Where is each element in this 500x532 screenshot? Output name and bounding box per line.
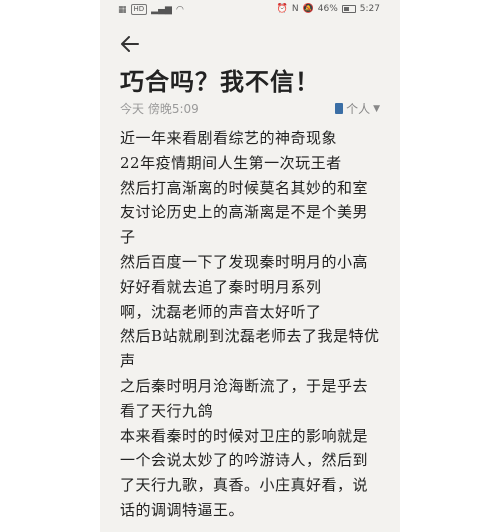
note-body[interactable]: 近一年来看剧看综艺的神奇现象 22年疫情期间人生第一次玩王者然后打高渐离的时候莫名… (120, 126, 382, 523)
folder-label: 个人 (346, 102, 371, 116)
note-line: 话的调调特逼王。 (120, 500, 245, 519)
note-line: 然后B站就刷到沈磊老师去了我是特优 (120, 327, 380, 346)
note-line: 了天行九歌，真香。小庄真好看，说 (120, 476, 369, 495)
phone-screen: ▦ HD ▂▄▆ ◠ ⏰ N 🔕 46% 5:27 巧合吗？我不信！ 今天 傍晚… (100, 0, 400, 532)
sim-icon: ▦ (118, 4, 127, 15)
note-line: 之后秦时明月沧海断流了，于是乎去 (120, 376, 369, 395)
folder-selector[interactable]: 个人 ▼ (335, 100, 380, 117)
back-button[interactable] (118, 32, 142, 56)
notebook-icon (335, 103, 344, 114)
status-bar: ▦ HD ▂▄▆ ◠ ⏰ N 🔕 46% 5:27 (100, 0, 400, 20)
chevron-down-icon: ▼ (373, 103, 380, 114)
note-line: 近一年来看剧看综艺的神奇现象 (120, 129, 338, 147)
note-line: 好好看就去追了秦时明月系列 (120, 277, 322, 296)
nfc-icon: N (291, 4, 299, 14)
note-date: 今天 傍晚5:09 (120, 102, 199, 116)
note-line: 本来看秦时的时候对卫庄的影响就是 (120, 426, 369, 445)
note-line: 子 (120, 228, 136, 247)
wifi-icon: ◠ (175, 4, 184, 15)
note-line: 然后打高渐离的时候莫名其妙的和室 (120, 178, 369, 197)
note-line: 看了天行九鸽 (120, 401, 214, 420)
note-line: 一个会说太妙了的吟游诗人，然后到 (120, 451, 369, 470)
note-line: 友讨论历史上的高渐离是不是个美男 (120, 203, 369, 222)
mute-icon: 🔕 (302, 4, 314, 14)
battery-percent: 46% (317, 4, 338, 14)
clock: 5:27 (359, 4, 380, 14)
back-arrow-icon (121, 36, 139, 52)
note-title[interactable]: 巧合吗？我不信！ (120, 62, 320, 97)
note-line: 然后百度一下了发现秦时明月的小高 (120, 252, 369, 271)
note-line: 声 (120, 352, 136, 371)
note-line: 啊，沈磊老师的声音太好听了 (120, 302, 322, 321)
network-badge: HD (130, 4, 148, 15)
note-line: 22年疫情期间人生第一次玩王者 (120, 153, 342, 172)
status-left: ▦ HD ▂▄▆ ◠ (118, 4, 184, 15)
battery-icon (341, 5, 356, 13)
signal-icon: ▂▄▆ (151, 4, 172, 15)
alarm-icon: ⏰ (276, 4, 288, 14)
status-right: ⏰ N 🔕 46% 5:27 (277, 4, 380, 14)
